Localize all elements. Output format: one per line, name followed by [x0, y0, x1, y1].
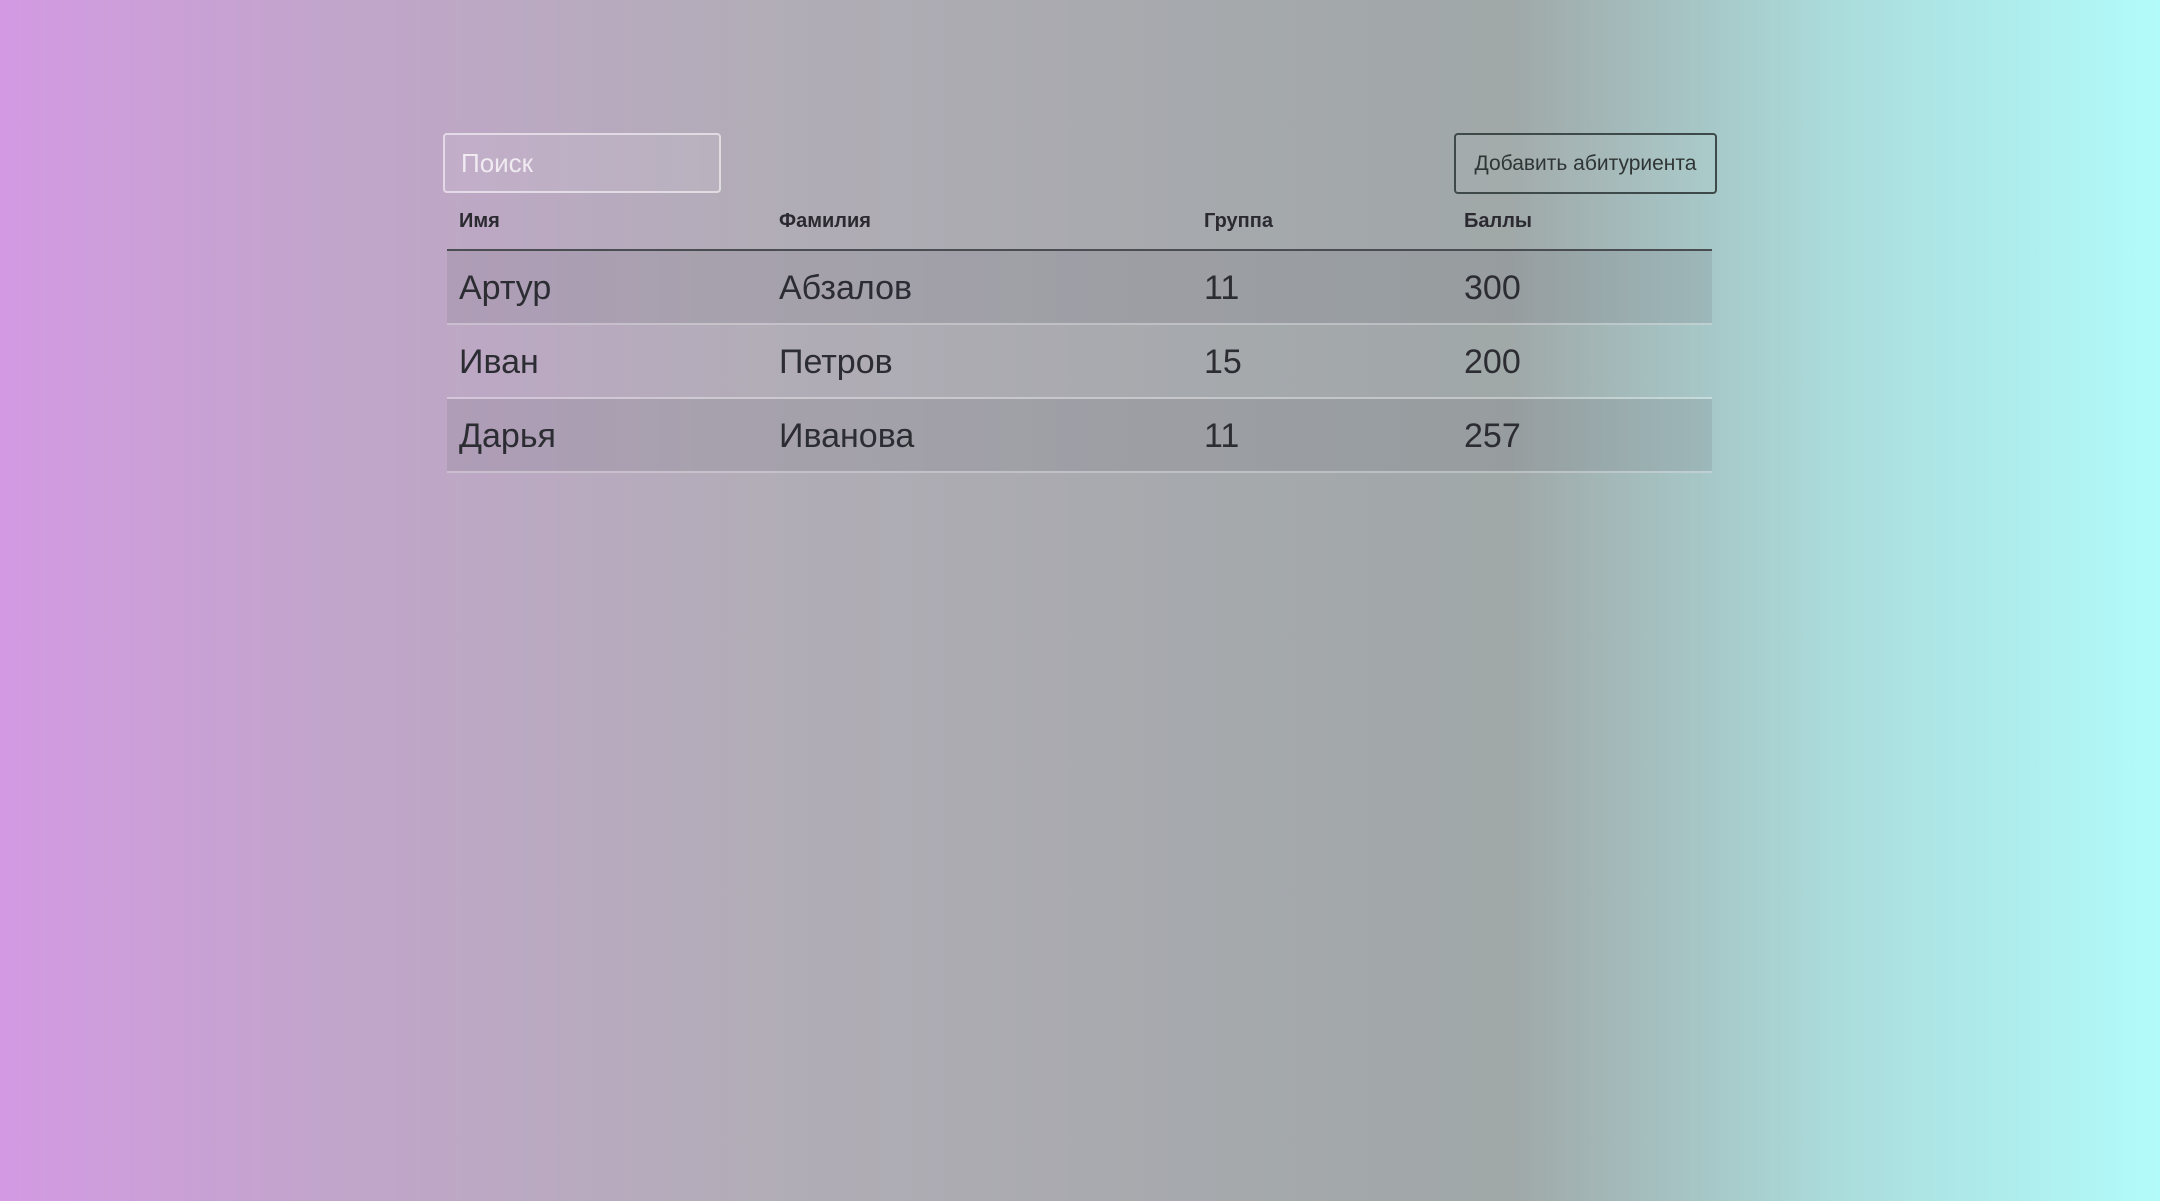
search-input[interactable]: [443, 133, 721, 193]
cell-score: 300: [1464, 269, 1521, 307]
cell-score: 257: [1464, 417, 1521, 455]
column-header-score: Баллы: [1464, 210, 1532, 232]
cell-group: 15: [1204, 343, 1242, 381]
cell-group: 11: [1204, 269, 1240, 307]
applicants-table: Имя Фамилия Группа Баллы Артур Абзалов 1…: [447, 200, 1712, 473]
table-row[interactable]: Дарья Иванова 11 257: [447, 399, 1712, 473]
column-header-group: Группа: [1204, 210, 1273, 232]
cell-last-name: Абзалов: [779, 269, 913, 307]
table-header: Имя Фамилия Группа Баллы: [447, 200, 1712, 251]
cell-score: 200: [1464, 343, 1521, 381]
table-row[interactable]: Иван Петров 15 200: [447, 325, 1712, 399]
column-header-first-name: Имя: [459, 210, 500, 232]
cell-last-name: Петров: [779, 343, 893, 381]
cell-first-name: Иван: [459, 343, 539, 381]
table-row[interactable]: Артур Абзалов 11 300: [447, 251, 1712, 325]
cell-first-name: Артур: [459, 269, 552, 307]
cell-last-name: Иванова: [779, 417, 915, 455]
cell-first-name: Дарья: [459, 417, 556, 455]
cell-group: 11: [1204, 417, 1240, 455]
column-header-last-name: Фамилия: [779, 210, 871, 232]
add-applicant-button[interactable]: Добавить абитуриента: [1454, 133, 1717, 194]
